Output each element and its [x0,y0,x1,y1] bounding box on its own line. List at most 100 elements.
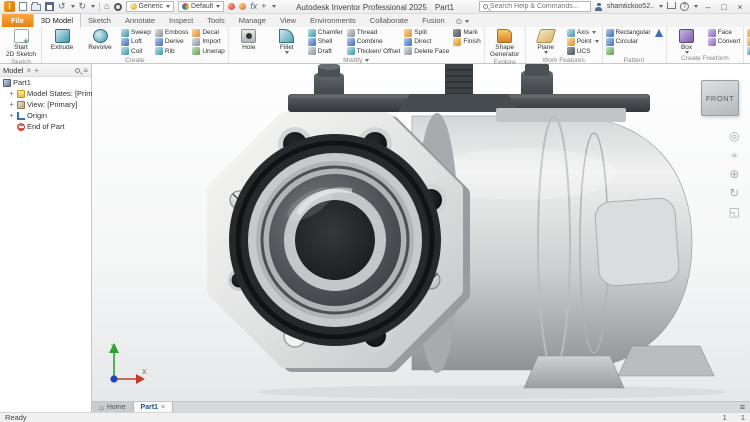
user-avatar-icon[interactable] [595,3,603,11]
mark-button[interactable]: Mark [453,28,480,37]
tree-item-model-states[interactable]: + Model States: [Primary] [0,88,91,99]
parameters-fx-icon[interactable]: fx [250,2,257,11]
extrude-button[interactable]: Extrude [45,28,79,51]
help-search-field[interactable] [479,1,591,12]
tab-options[interactable]: ⊙ [456,17,470,27]
unwrap-button[interactable]: Unwrap [192,47,224,56]
save-icon[interactable] [45,2,54,11]
loft-button[interactable]: Loft [121,37,151,46]
freeform-box-button[interactable]: Box [670,28,704,54]
axis-button[interactable]: Axis [567,28,599,37]
thread-button[interactable]: Thread [347,28,401,37]
home-view-icon[interactable]: ⌂ [104,2,109,11]
redo-icon[interactable]: ↻ [79,2,87,11]
chamfer-button[interactable]: Chamfer [308,28,343,37]
material-select[interactable]: Generic [126,1,175,12]
adjust-color-icon[interactable] [228,3,235,10]
revolve-button[interactable]: Revolve [83,28,117,51]
tab-annotate[interactable]: Annotate [118,14,162,27]
settings-gear-icon[interactable] [114,3,122,11]
import-button[interactable]: Import [192,37,224,46]
look-at-icon[interactable]: ◱ [729,206,740,218]
freeform-convert-button[interactable]: Convert [708,37,741,46]
appearance-select[interactable]: Default [178,1,224,12]
browser-menu-icon[interactable]: ≡ [83,66,88,75]
doc-tab-close-icon[interactable]: × [161,404,165,411]
undo-caret[interactable] [71,5,75,8]
part-model[interactable] [92,64,750,401]
sketch-driven-pattern-button[interactable] [606,47,651,56]
undo-icon[interactable]: ↺ [58,2,66,11]
tab-collaborate[interactable]: Collaborate [363,14,415,27]
circular-pattern-button[interactable]: Circular [606,37,651,46]
expand-icon[interactable]: + [8,112,15,119]
new-file-icon[interactable] [19,2,27,11]
tab-sketch[interactable]: Sketch [81,14,118,27]
tab-3d-model[interactable]: 3D Model [33,13,81,28]
open-file-icon[interactable] [31,4,41,11]
orbit-icon[interactable]: ↻ [729,187,739,199]
decal-button[interactable]: Decal [192,28,224,37]
add-command-icon[interactable]: + [261,2,266,11]
finish-button[interactable]: Finish [453,37,480,46]
zoom-icon[interactable]: ⊕ [729,168,739,180]
fillet-button[interactable]: Fillet [270,28,304,54]
derive-button[interactable]: Derive [155,37,188,46]
browser-search-icon[interactable] [75,68,80,73]
tree-item-view[interactable]: + View: [Primary] [0,99,91,110]
rib-button[interactable]: Rib [155,47,188,56]
tab-tools[interactable]: Tools [200,14,232,27]
point-button[interactable]: Point [567,37,599,46]
viewcube-front-face[interactable]: FRONT [706,94,734,103]
help-caret[interactable] [694,5,698,8]
tab-manage[interactable]: Manage [232,14,273,27]
split-button[interactable]: Split [404,28,449,37]
rectangular-pattern-button[interactable]: Rectangular [606,28,651,37]
tab-file[interactable]: File [2,14,33,27]
tab-fusion[interactable]: Fusion [415,14,452,27]
hole-button[interactable]: Hole [232,28,266,51]
adjust-appearance-icon[interactable] [239,3,246,10]
start-2d-sketch-button[interactable]: Start 2D Sketch [4,28,38,58]
qat-customize-caret[interactable] [272,5,276,8]
doc-tabs-menu-icon[interactable]: ≡ [735,402,750,412]
pan-icon[interactable]: ⌖ [731,149,738,161]
restore-button[interactable]: □ [718,2,730,12]
tab-environments[interactable]: Environments [303,14,363,27]
tree-item-end-of-part[interactable]: End of Part [0,121,91,132]
browser-close-icon[interactable]: × [26,66,31,75]
tab-inspect[interactable]: Inspect [162,14,200,27]
minimize-button[interactable]: – [702,2,714,12]
plane-button[interactable]: Plane [529,28,563,54]
freeform-face-button[interactable]: Face [708,28,741,37]
tree-item-origin[interactable]: + Origin [0,110,91,121]
shape-generator-button[interactable]: Shape Generator [488,28,522,58]
steering-wheel-icon[interactable]: ◎ [729,130,739,142]
sweep-button[interactable]: Sweep [121,28,151,37]
tree-item-part1[interactable]: Part1 [0,77,91,88]
close-button[interactable]: × [734,2,746,12]
viewcube[interactable]: FRONT [701,80,739,116]
user-menu-caret[interactable] [659,5,663,8]
expand-icon[interactable]: + [8,90,15,97]
store-cart-icon[interactable] [667,2,676,9]
delete-face-button[interactable]: Delete Face [404,47,449,56]
doc-tab-part1[interactable]: Part1 × [134,402,174,412]
expand-icon[interactable]: + [8,101,15,108]
tab-view[interactable]: View [273,14,303,27]
mirror-button[interactable] [655,28,663,37]
inventor-logo-icon[interactable]: I [4,1,15,12]
thicken-offset-button[interactable]: Thicken/ Offset [347,47,401,56]
help-icon[interactable]: ? [680,2,689,11]
browser-title[interactable]: Model [3,66,23,75]
ucs-button[interactable]: UCS [567,47,599,56]
emboss-button[interactable]: Emboss [155,28,188,37]
doc-tab-home[interactable]: ⌂ Home [92,402,134,412]
combine-button[interactable]: Combine [347,37,401,46]
draft-button[interactable]: Draft [308,47,343,56]
user-name[interactable]: shamtickoo52.. [607,3,654,10]
redo-caret[interactable] [91,5,95,8]
shell-button[interactable]: Shell [308,37,343,46]
coil-button[interactable]: Coil [121,47,151,56]
model-viewport[interactable]: FRONT ◎ ⌖ ⊕ ↻ ◱ Y X [92,64,750,401]
